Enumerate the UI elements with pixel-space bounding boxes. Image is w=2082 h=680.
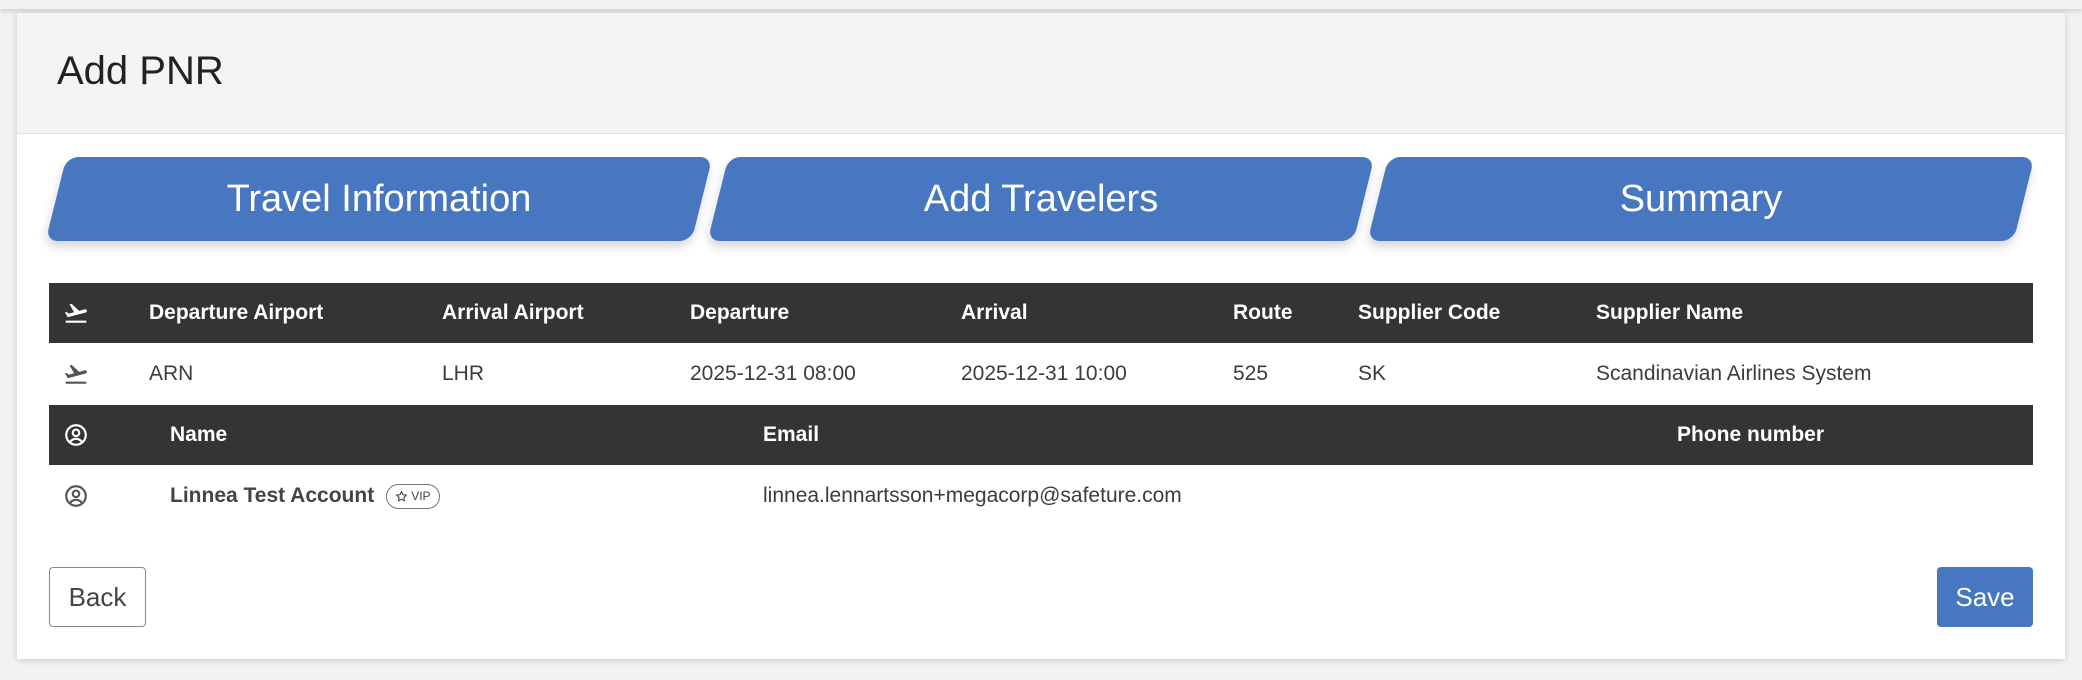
add-pnr-card: Add PNR Travel Information Add Travelers… (17, 13, 2065, 659)
arrival-airport-cell: LHR (442, 362, 485, 385)
arrival-cell: 2025-12-31 10:00 (961, 362, 1127, 385)
departure-cell: 2025-12-31 08:00 (690, 362, 856, 385)
departure-airport-cell: ARN (149, 362, 194, 385)
traveler-name-cell: Linnea Test Account VIP (170, 465, 440, 527)
step-label: Travel Information (226, 177, 532, 220)
supplier-name-cell: Scandinavian Airlines System (1596, 362, 1872, 385)
col-departure-airport: Departure Airport (149, 301, 324, 324)
save-button[interactable]: Save (1937, 567, 2033, 627)
table-row: ARN LHR 2025-12-31 08:00 2025-12-31 10:0… (49, 343, 2033, 405)
col-supplier-code: Supplier Code (1358, 301, 1501, 324)
user-circle-icon (63, 405, 89, 465)
route-cell: 525 (1233, 362, 1269, 385)
col-name: Name (170, 423, 228, 446)
flights-table-header: Departure Airport Arrival Airport Depart… (49, 283, 2033, 343)
col-email: Email (763, 423, 820, 446)
user-circle-icon (63, 465, 89, 527)
star-icon (395, 489, 408, 502)
col-arrival: Arrival (961, 301, 1028, 324)
supplier-code-cell: SK (1358, 362, 1387, 385)
traveler-email-cell: linnea.lennartsson+megacorp@safeture.com (763, 484, 1182, 507)
step-add-travelers[interactable]: Add Travelers (707, 157, 1375, 241)
step-label: Add Travelers (923, 177, 1159, 220)
back-button[interactable]: Back (49, 567, 146, 627)
col-supplier-name: Supplier Name (1596, 301, 1744, 324)
step-travel-information[interactable]: Travel Information (45, 157, 713, 241)
col-route: Route (1233, 301, 1293, 324)
top-bar (0, 0, 2082, 9)
vip-badge-label: VIP (411, 489, 431, 503)
vip-badge: VIP (386, 483, 440, 509)
traveler-name: Linnea Test Account (170, 484, 375, 507)
airplane-takeoff-icon (63, 283, 89, 343)
col-phone-number: Phone number (1677, 423, 1825, 446)
card-header: Add PNR (17, 13, 2065, 134)
col-arrival-airport: Arrival Airport (442, 301, 584, 324)
col-departure: Departure (690, 301, 790, 324)
table-row: Linnea Test Account VIP linnea.lennartss… (49, 465, 2033, 527)
step-label: Summary (1619, 177, 1783, 220)
step-summary[interactable]: Summary (1367, 157, 2035, 241)
travelers-table-header: Name Email Phone number (49, 405, 2033, 465)
page-title: Add PNR (57, 49, 224, 93)
airplane-takeoff-icon (63, 343, 89, 405)
